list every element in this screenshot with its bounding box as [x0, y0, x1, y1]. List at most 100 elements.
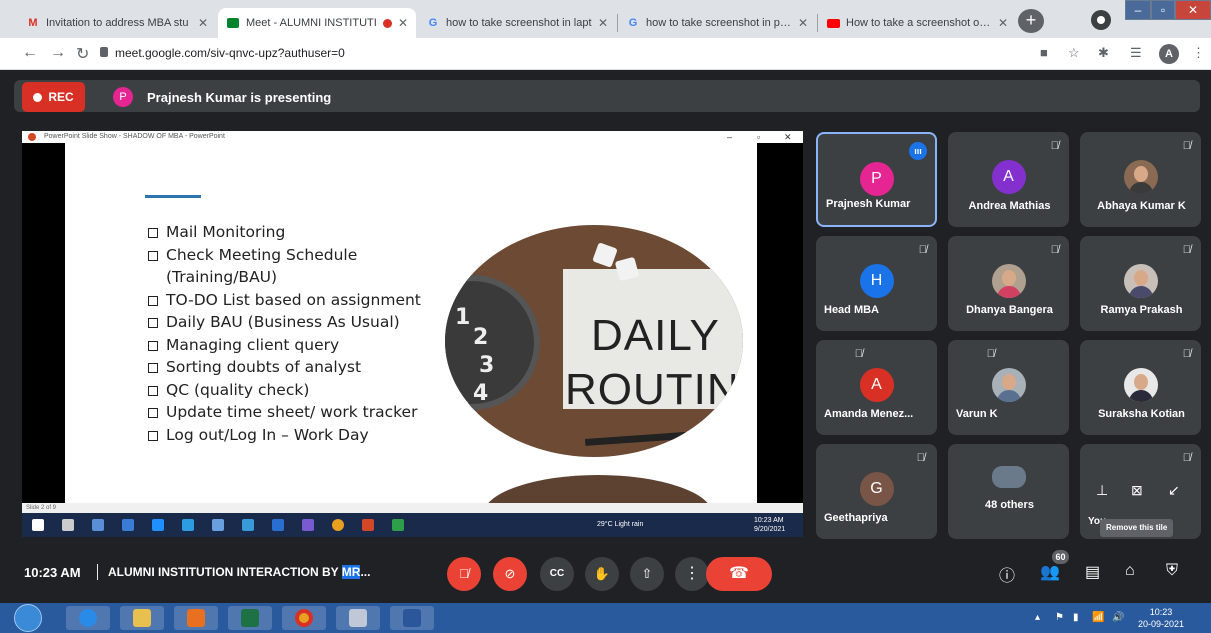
start-button[interactable] — [14, 604, 42, 632]
activities-icon[interactable]: ⌂ — [1125, 562, 1135, 580]
network-icon[interactable]: 📶 — [1092, 612, 1104, 623]
participant-tile[interactable]: P ııı Prajnesh Kumar — [816, 132, 937, 227]
taskbar-snipping[interactable] — [336, 606, 380, 630]
participant-tile[interactable]: 🎙̸ Dhanya Bangera — [948, 236, 1069, 331]
people-icon[interactable]: 👥 — [1040, 562, 1060, 582]
taskbar-time: 10:23 — [1149, 607, 1173, 617]
image-text-routine: ROUTIN — [565, 365, 740, 414]
extensions-icon[interactable]: ✱ — [1098, 45, 1109, 61]
tab-youtube[interactable]: How to take a screenshot on a ✕ — [818, 8, 1016, 38]
lock-icon — [100, 47, 108, 57]
mic-off-icon: 🎙̸ — [1182, 244, 1191, 256]
bullet-item: Log out/Log In – Work Day — [148, 424, 421, 447]
profile-avatar[interactable]: A — [1159, 44, 1179, 64]
participant-photo — [991, 264, 1026, 298]
mic-off-button[interactable]: 🎙̸ — [447, 557, 481, 591]
tab-google-search-2[interactable]: G how to take screenshot in pc - ✕ — [618, 8, 816, 38]
tab-gmail-invitation[interactable]: M Invitation to address MBA stu ✕ — [18, 8, 216, 38]
tab-meet[interactable]: Meet - ALUMNI INSTITUTI ✕ — [218, 8, 416, 38]
participant-tile[interactable]: 🎙̸ Ramya Prakash — [1080, 236, 1201, 331]
participant-name: Varun K — [956, 408, 998, 420]
taskbar-explorer[interactable] — [120, 606, 164, 630]
participant-tile[interactable]: 🎙̸ Varun K — [948, 340, 1069, 435]
participant-tile[interactable]: 🎙̸ Suraksha Kotian — [1080, 340, 1201, 435]
bookmark-star-icon[interactable]: ☆ — [1068, 45, 1080, 61]
bullet-text: Mail Monitoring — [166, 223, 286, 241]
participant-avatar: A — [991, 160, 1026, 194]
shared-screen: PowerPoint Slide Show - SHADOW OF MBA - … — [22, 131, 803, 537]
participant-tile[interactable]: A 🎙̸ Andrea Mathias — [948, 132, 1069, 227]
tab-google-search-1[interactable]: G how to take screenshot in lapt ✕ — [418, 8, 616, 38]
captions-button[interactable]: CC — [540, 557, 574, 591]
close-icon[interactable]: ✕ — [598, 16, 608, 30]
reading-list-icon[interactable]: ☰ — [1130, 45, 1142, 61]
powerpoint-title-bar: PowerPoint Slide Show - SHADOW OF MBA - … — [22, 131, 803, 143]
host-controls-icon[interactable]: ⛨ — [1166, 562, 1178, 580]
close-icon[interactable]: ✕ — [398, 16, 408, 30]
camera-off-button[interactable]: ⊘ — [493, 557, 527, 591]
speaking-indicator-icon: ııı — [909, 142, 927, 160]
app-icon — [302, 519, 314, 531]
close-window-button[interactable]: ✕ — [1175, 0, 1211, 20]
taskbar-word[interactable] — [390, 606, 434, 630]
minimize-tile-icon[interactable]: ↙ — [1168, 482, 1180, 499]
url-field[interactable]: meet.google.com/siv-qnvc-upz?authuser=0 — [115, 46, 345, 60]
present-screen-button[interactable]: ⇧ — [630, 557, 664, 591]
meeting-title-prefix: ALUMNI INSTITUTION INTERACTION BY — [108, 565, 342, 579]
maximize-button[interactable]: ▫ — [1151, 0, 1175, 20]
bullet-item: Mail Monitoring — [148, 221, 421, 244]
tab-label: Meet - ALUMNI INSTITUTI — [246, 17, 377, 29]
presenter-taskbar: 29°C Light rain 10:23 AM 9/20/2021 — [22, 513, 803, 537]
taskbar-clock[interactable]: 10:23 20-09-2021 — [1138, 606, 1184, 630]
recording-badge[interactable]: REC — [22, 82, 85, 112]
bullet-text: Daily BAU (Business As Usual) — [166, 313, 400, 331]
more-options-button[interactable]: ⋮ — [675, 557, 709, 591]
participant-tile[interactable]: 🎙̸ Abhaya Kumar K — [1080, 132, 1201, 227]
tab-search-icon[interactable] — [1091, 10, 1111, 30]
weather-text: 29°C Light rain — [597, 521, 644, 528]
participant-name: Prajnesh Kumar — [826, 198, 911, 210]
volume-icon[interactable]: 🔊 — [1112, 612, 1124, 623]
others-count: 48 others — [985, 499, 1034, 511]
back-icon[interactable]: ← — [22, 44, 38, 62]
close-icon[interactable]: ✕ — [198, 16, 208, 30]
forward-icon[interactable]: → — [50, 44, 66, 62]
presenter-clock: 10:23 AM 9/20/2021 — [754, 516, 785, 534]
minimize-button[interactable]: – — [1125, 0, 1151, 20]
others-avatars — [991, 466, 1026, 488]
menu-kebab-icon[interactable]: ⋮ — [1192, 45, 1205, 61]
end-call-button[interactable]: ☎ — [706, 557, 772, 591]
mic-off-icon: 🎙̸ — [918, 244, 927, 256]
bullet-text: Log out/Log In – Work Day — [166, 425, 369, 444]
chat-icon[interactable]: ▤ — [1085, 562, 1100, 582]
google-icon: G — [628, 17, 638, 29]
participant-tile[interactable]: A 🎙̸ Amanda Menez... — [816, 340, 937, 435]
meeting-title: ALUMNI INSTITUTION INTERACTION BY MR... — [108, 565, 370, 579]
remove-tile-icon[interactable]: ⊠ — [1131, 482, 1143, 499]
taskbar-media[interactable] — [174, 606, 218, 630]
pin-icon[interactable]: ⊥ — [1096, 482, 1108, 499]
participant-tile[interactable]: H 🎙̸ Head MBA — [816, 236, 937, 331]
participant-name: Geethapriya — [824, 512, 888, 524]
new-tab-button[interactable]: + — [1018, 9, 1044, 33]
battery-icon[interactable]: ▮ — [1073, 612, 1079, 623]
taskbar-chrome[interactable] — [282, 606, 326, 630]
google-icon: G — [428, 17, 438, 29]
participant-tile[interactable]: G 🎙̸ Geethapriya — [816, 444, 937, 539]
raise-hand-button[interactable]: ✋ — [585, 557, 619, 591]
close-icon[interactable]: ✕ — [998, 16, 1008, 30]
mic-off-icon: 🎙̸ — [1182, 348, 1191, 360]
browser-tab-strip: M Invitation to address MBA stu ✕ Meet -… — [0, 0, 1211, 38]
others-tile[interactable]: 48 others — [948, 444, 1069, 539]
flag-icon[interactable]: ⚑ — [1055, 612, 1064, 623]
bullet-continuation: (Training/BAU) — [148, 266, 421, 289]
taskbar-ie[interactable] — [66, 606, 110, 630]
taskbar-excel[interactable] — [228, 606, 272, 630]
youtube-icon — [826, 16, 840, 30]
presenter-time: 10:23 AM — [754, 517, 784, 524]
camera-icon[interactable]: ■ — [1040, 45, 1048, 60]
tray-arrow-icon[interactable]: ▴ — [1035, 612, 1040, 623]
close-icon[interactable]: ✕ — [798, 16, 808, 30]
reload-icon[interactable]: ↻ — [76, 44, 89, 64]
meeting-details-icon[interactable]: ⓘ — [999, 562, 1015, 586]
